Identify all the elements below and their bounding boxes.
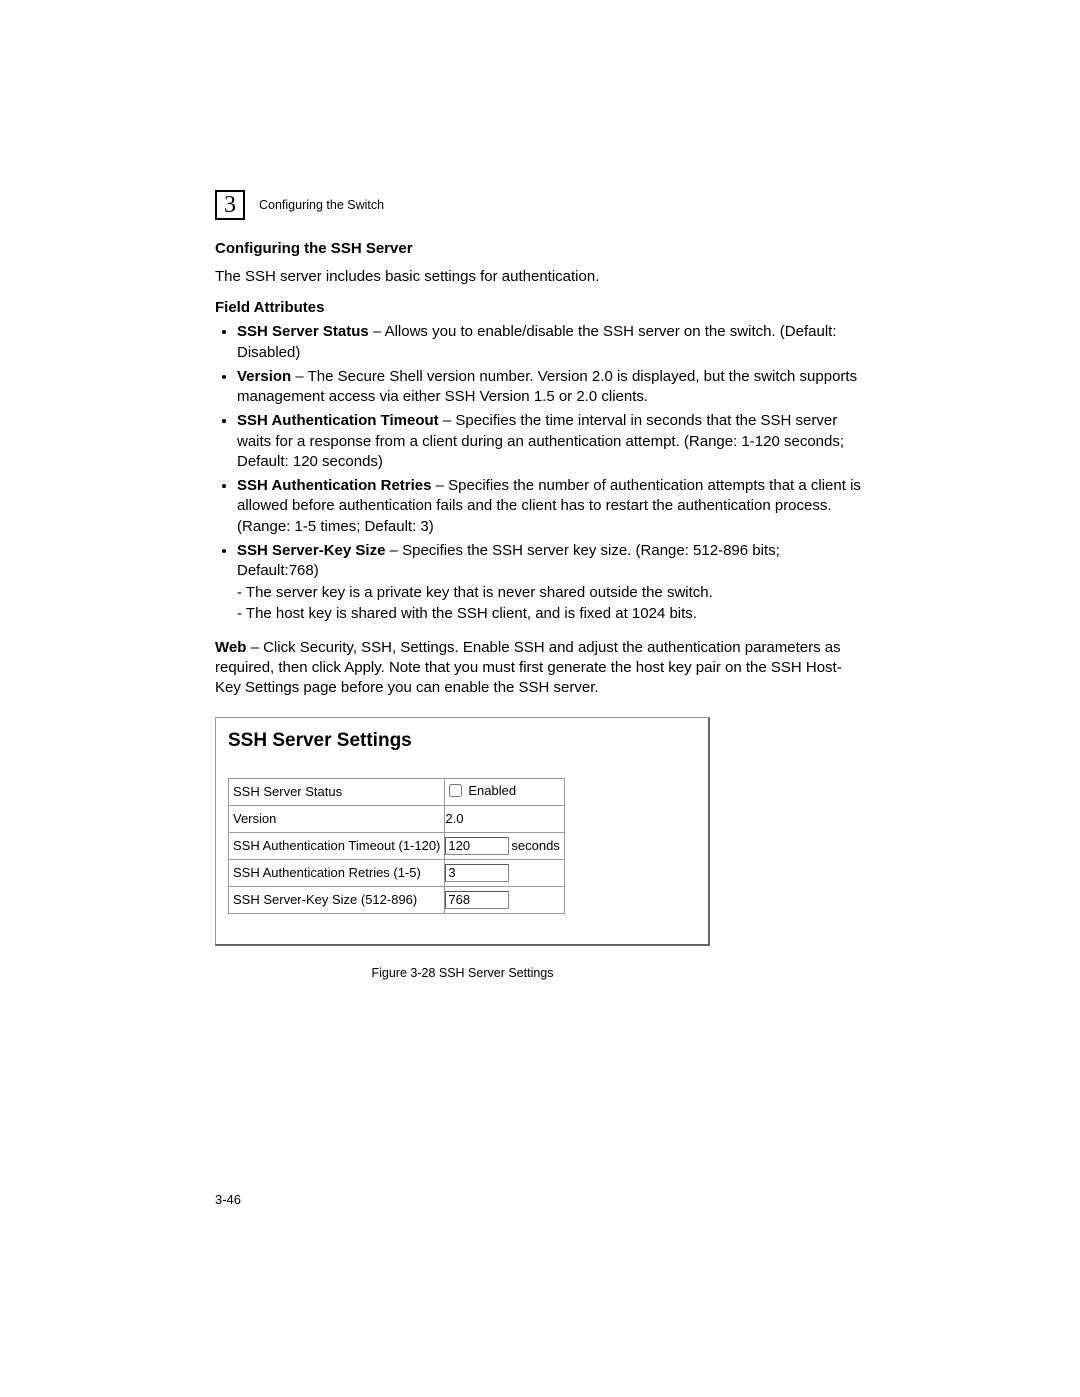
row-value-cell (445, 886, 564, 913)
table-row: SSH Server-Key Size (512-896) (229, 886, 565, 913)
list-item: SSH Server-Key Size – Specifies the SSH … (237, 541, 865, 624)
section-title: Configuring the SSH Server (215, 240, 865, 257)
section-intro: The SSH server includes basic settings f… (215, 267, 865, 287)
list-item: SSH Server Status – Allows you to enable… (237, 322, 865, 363)
attr-name: Version (237, 368, 291, 385)
list-item: SSH Authentication Timeout – Specifies t… (237, 411, 865, 472)
row-label: SSH Server Status (229, 778, 445, 805)
row-label: SSH Server-Key Size (512-896) (229, 886, 445, 913)
attr-name: SSH Authentication Timeout (237, 412, 439, 429)
ssh-retries-input[interactable] (445, 864, 509, 882)
list-item: SSH Authentication Retries – Specifies t… (237, 476, 865, 537)
chapter-number-badge: 3 (215, 190, 245, 220)
table-row: SSH Authentication Timeout (1-120) secon… (229, 832, 565, 859)
checkbox-label: Enabled (468, 783, 516, 798)
attr-desc: – The Secure Shell version number. Versi… (237, 368, 857, 405)
row-value-cell: Enabled (445, 778, 564, 805)
settings-table: SSH Server Status Enabled Version 2.0 SS… (228, 778, 565, 914)
web-instructions: Web – Click Security, SSH, Settings. Ena… (215, 638, 865, 699)
field-attributes-heading: Field Attributes (215, 299, 865, 316)
web-text: – Click Security, SSH, Settings. Enable … (215, 639, 842, 697)
figure-caption: Figure 3-28 SSH Server Settings (215, 966, 710, 980)
attr-name: SSH Server Status (237, 323, 369, 340)
sublist-item: The server key is a private key that is … (237, 583, 865, 603)
row-value-cell (445, 859, 564, 886)
row-value-cell: seconds (445, 832, 564, 859)
unit-label: seconds (511, 838, 559, 853)
table-row: SSH Authentication Retries (1-5) (229, 859, 565, 886)
ssh-timeout-input[interactable] (445, 837, 509, 855)
table-row: SSH Server Status Enabled (229, 778, 565, 805)
field-attributes-list: SSH Server Status – Allows you to enable… (215, 322, 865, 624)
ssh-status-checkbox[interactable] (449, 784, 462, 797)
row-value-cell: 2.0 (445, 805, 564, 832)
list-item: Version – The Secure Shell version numbe… (237, 367, 865, 408)
row-label: SSH Authentication Timeout (1-120) (229, 832, 445, 859)
sublist-item: The host key is shared with the SSH clie… (237, 604, 865, 624)
attr-name: SSH Server-Key Size (237, 542, 385, 559)
table-row: Version 2.0 (229, 805, 565, 832)
panel-title: SSH Server Settings (228, 730, 700, 752)
chapter-header: 3 Configuring the Switch (215, 190, 865, 220)
attr-name: SSH Authentication Retries (237, 477, 431, 494)
ssh-settings-panel: SSH Server Settings SSH Server Status En… (215, 717, 710, 946)
row-label: SSH Authentication Retries (1-5) (229, 859, 445, 886)
web-bold: Web (215, 639, 246, 656)
ssh-keysize-input[interactable] (445, 891, 509, 909)
page: 3 Configuring the Switch Configuring the… (0, 0, 1080, 1397)
sublist: The server key is a private key that is … (237, 583, 865, 624)
row-label: Version (229, 805, 445, 832)
page-number: 3-46 (215, 1192, 241, 1207)
chapter-title: Configuring the Switch (259, 198, 384, 212)
